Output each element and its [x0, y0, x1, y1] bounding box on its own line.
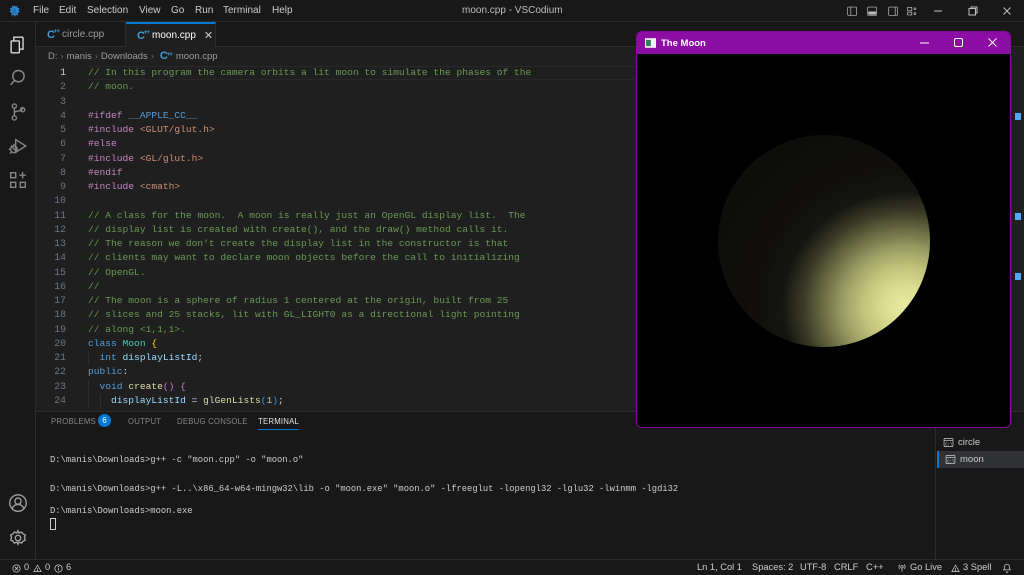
svg-text:C:\: C:\	[947, 459, 955, 464]
svg-text:C:\: C:\	[945, 442, 953, 447]
